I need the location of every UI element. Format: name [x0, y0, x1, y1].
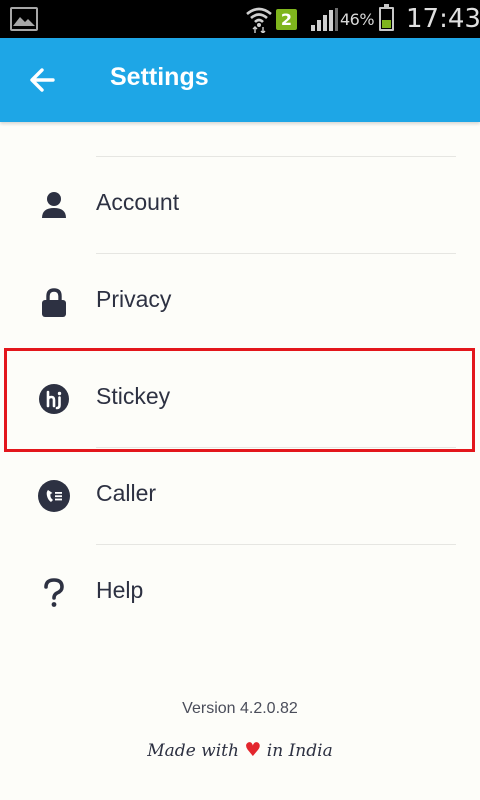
settings-item-label: Caller — [96, 480, 157, 506]
signal-icon — [311, 8, 338, 31]
battery-percent: 46% — [340, 10, 375, 29]
settings-item-label: Stickey — [96, 383, 171, 409]
battery-level — [382, 20, 391, 28]
page-title: Settings — [110, 63, 209, 91]
settings-item-label: Privacy — [96, 286, 172, 312]
clock: 17:43 — [406, 4, 480, 34]
made-with-prefix: Made with — [147, 741, 239, 761]
caller-icon — [38, 480, 70, 512]
app-bar: Settings — [0, 38, 480, 122]
made-with-suffix: in India — [266, 741, 333, 761]
back-button[interactable] — [20, 58, 64, 102]
settings-item-label: Account — [96, 189, 180, 215]
image-icon — [10, 7, 38, 31]
settings-item-caller[interactable]: Caller — [0, 448, 480, 544]
heart-icon: ♥ — [244, 739, 262, 761]
battery-icon — [379, 4, 394, 31]
wifi-icon — [246, 7, 272, 33]
settings-item-help[interactable]: Help — [0, 545, 480, 641]
made-with-text: Made with ♥ in India — [0, 739, 480, 761]
settings-item-privacy[interactable]: Privacy — [0, 254, 480, 350]
settings-item-account[interactable]: Account — [0, 157, 480, 253]
hike-logo-icon — [38, 383, 70, 415]
settings-item-stickey[interactable]: Stickey — [0, 351, 480, 447]
help-icon — [38, 577, 70, 609]
sim-icon: 2 — [276, 9, 297, 30]
lock-icon — [38, 286, 70, 318]
settings-item-label: Help — [96, 577, 144, 603]
status-bar: 2 46% 17:43 — [0, 0, 480, 38]
version-text: Version 4.2.0.82 — [182, 700, 298, 717]
account-icon — [38, 189, 70, 221]
arrow-left-icon — [30, 68, 55, 92]
